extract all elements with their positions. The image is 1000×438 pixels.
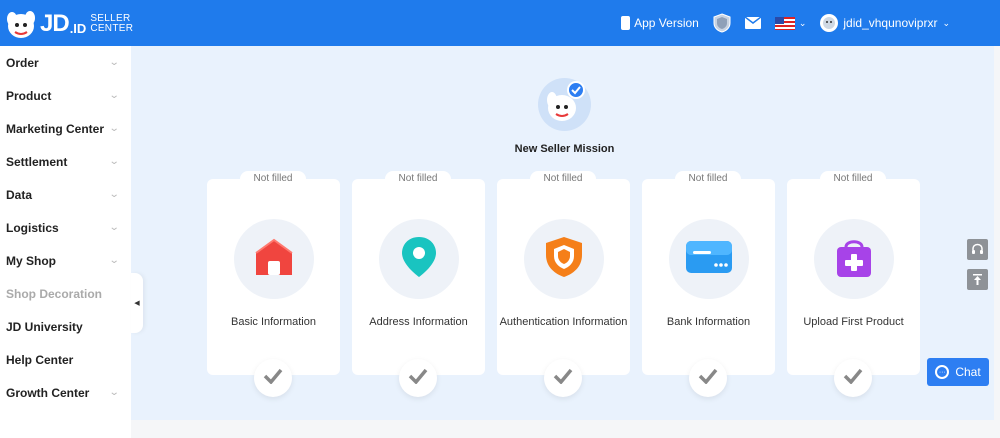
- mission-card-basic-information[interactable]: Not filled Basic Information: [207, 171, 340, 397]
- chat-label: Chat: [955, 365, 981, 379]
- card-icon-circle: [234, 219, 314, 299]
- avatar-icon[interactable]: [820, 14, 839, 32]
- chevron-down-icon: ⌄: [108, 189, 120, 200]
- header-actions: App Version ⌄ jdid_vhqunoviprxr ⌄: [621, 0, 964, 46]
- sidebar-item-jd-university[interactable]: JD University: [0, 310, 131, 343]
- card-icon-circle: [669, 219, 749, 299]
- sidebar-item-label: Shop Decoration: [6, 286, 103, 301]
- logo-subtitle: SELLER CENTER: [90, 14, 133, 34]
- mission-card-upload-first-product[interactable]: Not filled Upload First Product: [787, 171, 920, 397]
- sidebar-menu: Order ⌄ Product ⌄ Marketing Center ⌄ Set…: [0, 46, 131, 438]
- card-label: Address Information: [369, 316, 468, 328]
- chevron-down-icon: ⌄: [108, 57, 120, 68]
- mission-mascot-icon: [538, 78, 591, 131]
- sidebar-item-label: Order: [6, 55, 39, 70]
- chevron-down-icon: ⌄: [108, 123, 120, 134]
- sidebar-item-marketing-center[interactable]: Marketing Center ⌄: [0, 112, 131, 145]
- card-label: Upload First Product: [803, 316, 904, 328]
- logo-center-text: CENTER: [90, 23, 134, 34]
- mission-card-authentication-information[interactable]: Not filled Authentication Information: [497, 171, 630, 397]
- username[interactable]: jdid_vhqunoviprxr: [843, 16, 937, 30]
- app-version-link[interactable]: App Version: [621, 16, 699, 30]
- top-navbar: JD .ID SELLER CENTER App Version ⌄ jdid_…: [0, 0, 1000, 46]
- sidebar-item-label: Settlement: [6, 154, 68, 169]
- shopping-bag-plus-icon: [832, 235, 876, 284]
- mission-card-address-information[interactable]: Not filled Address Information: [352, 171, 485, 397]
- sidebar-item-growth-center[interactable]: Growth Center ⌄: [0, 376, 131, 409]
- sidebar-item-data[interactable]: Data ⌄: [0, 178, 131, 211]
- chat-bubble-icon: ···: [935, 365, 950, 379]
- sidebar-item-label: Logistics: [6, 220, 59, 235]
- sidebar-item-label: Help Center: [6, 352, 74, 367]
- status-badge: Not filled: [530, 171, 596, 187]
- security-shield-icon[interactable]: [713, 13, 731, 33]
- jd-seller-center-logo[interactable]: JD .ID SELLER CENTER: [4, 4, 133, 44]
- check-status-button[interactable]: [544, 359, 582, 397]
- user-chevron-down-icon[interactable]: ⌄: [942, 18, 950, 29]
- us-flag-icon[interactable]: [774, 16, 795, 30]
- sidebar-item-shop-decoration[interactable]: Shop Decoration: [0, 277, 131, 310]
- chevron-down-icon: ⌄: [108, 222, 120, 233]
- app-version-label: App Version: [634, 16, 699, 30]
- checkmark-icon: [553, 368, 573, 389]
- language-chevron-down-icon[interactable]: ⌄: [799, 18, 807, 29]
- main-content: New Seller Mission Not filled Basic Info…: [131, 46, 1000, 420]
- card-label: Authentication Information: [499, 316, 628, 328]
- chevron-down-icon: ⌄: [108, 90, 120, 101]
- chevron-down-icon: ⌄: [108, 387, 120, 398]
- shop-icon: [252, 235, 296, 284]
- card-label: Basic Information: [231, 316, 316, 328]
- mascot-logo-icon: [4, 7, 38, 41]
- mission-title: New Seller Mission: [514, 143, 615, 155]
- sidebar-collapse-toggle[interactable]: ◀: [131, 273, 143, 333]
- checkmark-icon: [698, 368, 718, 389]
- customer-service-icon[interactable]: [967, 239, 988, 260]
- phone-icon: [621, 16, 631, 30]
- checkmark-icon: [263, 368, 283, 389]
- sidebar-item-label: Growth Center: [6, 385, 90, 400]
- card-icon-circle: [524, 219, 604, 299]
- check-status-button[interactable]: [834, 359, 872, 397]
- location-pin-icon: [397, 235, 441, 284]
- scrollbar-track[interactable]: [994, 46, 1000, 420]
- mail-icon[interactable]: [744, 17, 761, 29]
- main-footer-area: [131, 420, 1000, 438]
- status-badge: Not filled: [240, 171, 306, 187]
- mission-card-bank-information[interactable]: Not filled Bank Information: [642, 171, 775, 397]
- sidebar-item-order[interactable]: Order ⌄: [0, 46, 131, 79]
- sidebar-item-product[interactable]: Product ⌄: [0, 79, 131, 112]
- back-to-top-icon[interactable]: [967, 269, 988, 290]
- sidebar-item-label: Marketing Center: [6, 121, 105, 136]
- checkmark-icon: [843, 368, 863, 389]
- card-label: Bank Information: [666, 316, 751, 328]
- sidebar-item-label: JD University: [6, 319, 83, 334]
- logo-jd-text: JD: [40, 10, 70, 37]
- sidebar-item-help-center[interactable]: Help Center: [0, 343, 131, 376]
- sidebar-item-label: Product: [6, 88, 52, 103]
- check-status-button[interactable]: [399, 359, 437, 397]
- status-badge: Not filled: [675, 171, 741, 187]
- checkmark-icon: [408, 368, 428, 389]
- logo-id-text: .ID: [69, 20, 87, 36]
- status-badge: Not filled: [820, 171, 886, 187]
- sidebar-item-label: My Shop: [6, 253, 56, 268]
- chevron-down-icon: ⌄: [108, 156, 120, 167]
- chat-button[interactable]: ··· Chat: [927, 358, 989, 386]
- sidebar-item-settlement[interactable]: Settlement ⌄: [0, 145, 131, 178]
- sidebar-item-logistics[interactable]: Logistics ⌄: [0, 211, 131, 244]
- check-status-button[interactable]: [689, 359, 727, 397]
- status-badge: Not filled: [385, 171, 451, 187]
- chevron-down-icon: ⌄: [108, 255, 120, 266]
- card-icon-circle: [379, 219, 459, 299]
- sidebar-item-label: Data: [6, 187, 33, 202]
- bank-card-icon: [684, 237, 734, 282]
- check-status-button[interactable]: [254, 359, 292, 397]
- card-icon-circle: [814, 219, 894, 299]
- shield-icon: [542, 235, 586, 284]
- sidebar-item-my-shop[interactable]: My Shop ⌄: [0, 244, 131, 277]
